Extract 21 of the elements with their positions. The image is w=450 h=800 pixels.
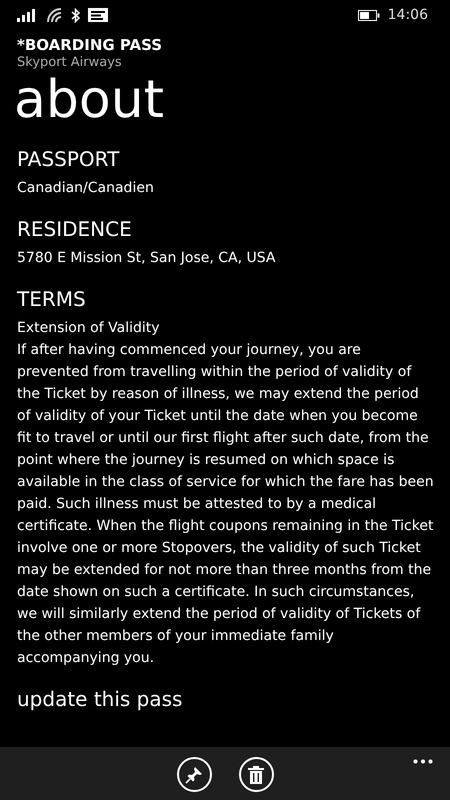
wifi-icon: [47, 8, 63, 22]
app-title: *BOARDING PASS: [17, 36, 164, 54]
update-link[interactable]: update this pass: [17, 685, 436, 713]
section-heading: TERMS: [17, 286, 87, 313]
section-heading: RESIDENCE: [17, 216, 133, 243]
page-title: about: [14, 69, 166, 131]
section-value: 5780 E Mission St, San Jose, CA, USA: [17, 249, 277, 268]
section-heading: PASSPORT: [17, 146, 120, 173]
message-icon: [88, 8, 108, 22]
section-value: If after having commenced your journey, you are prevented from travelling within the period of validity of the Ticket by reason of illness, we may extend the period of validity of your Ticket until the date when you become fit to travel or until our first flight after such date, from the point where the journey is resumed on which space is available in the class of service for which the fare has been paid. Such illness must be attested to by a medical certificate. When the flight coupons remaining in the Ticket involve one or more Stopovers, the validity of such Ticket may be extended for not more than three months from the date shown on such a certificate. In such circumstances, we will similarly extend the period of validity of Tickets of the other members of your immediate family accompanying you.: [17, 341, 435, 668]
clock-time: 14:06: [388, 7, 428, 23]
battery-icon: [358, 10, 380, 20]
more-icon[interactable]: [413, 759, 433, 764]
trash-icon: [248, 766, 264, 784]
bluetooth-icon: [71, 8, 80, 22]
section-value: Canadian/Canadien: [17, 179, 155, 198]
app-subtitle: Skyport Airways: [17, 54, 123, 71]
delete-button[interactable]: [238, 757, 274, 792]
pin-icon: [185, 766, 203, 784]
pin-button[interactable]: [176, 757, 212, 792]
section-subheading: Extension of Validity: [17, 319, 161, 338]
